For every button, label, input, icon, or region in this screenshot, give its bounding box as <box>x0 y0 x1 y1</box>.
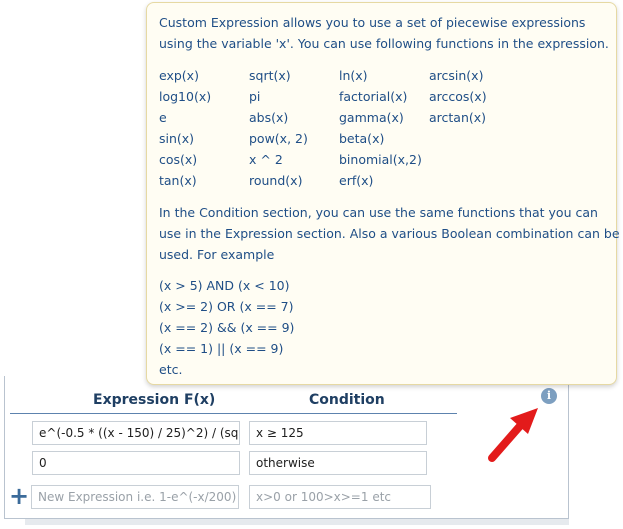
tooltip-condition-line-2: use in the Expression section. Also a va… <box>159 226 620 241</box>
function-item: sin(x) <box>159 131 195 146</box>
function-item: arcsin(x) <box>429 68 484 83</box>
help-tooltip: Custom Expression allows you to use a se… <box>146 2 620 385</box>
function-item: binomial(x,2) <box>339 152 422 167</box>
tooltip-intro-line-1: Custom Expression allows you to use a se… <box>159 15 586 30</box>
function-item: e <box>159 110 167 125</box>
function-item: beta(x) <box>339 131 385 146</box>
condition-header: Condition <box>309 392 385 408</box>
function-item: round(x) <box>249 173 303 188</box>
expression-header: Expression F(x) <box>93 392 216 408</box>
function-item: arccos(x) <box>429 89 487 104</box>
tooltip-intro-line-2: using the variable 'x'. You can use foll… <box>159 36 609 51</box>
function-item: cos(x) <box>159 152 198 167</box>
function-item: erf(x) <box>339 173 374 188</box>
function-item: factorial(x) <box>339 89 408 104</box>
example-item: (x == 2) && (x == 9) <box>159 320 295 335</box>
function-item: arctan(x) <box>429 110 487 125</box>
example-item: (x == 1) || (x == 9) <box>159 341 284 356</box>
new-expression-input[interactable]: New Expression i.e. 1-e^(-x/200) <box>31 485 239 509</box>
function-item: gamma(x) <box>339 110 404 125</box>
tooltip-condition-line-1: In the Condition section, you can use th… <box>159 205 598 220</box>
example-item: (x > 5) AND (x < 10) <box>159 278 290 293</box>
function-item: ln(x) <box>339 68 368 83</box>
panel-shadow <box>25 519 569 525</box>
plus-icon[interactable]: + <box>9 484 29 508</box>
condition-field-2[interactable]: otherwise <box>249 451 427 475</box>
function-item: log10(x) <box>159 89 212 104</box>
expression-field-2[interactable]: 0 <box>32 451 240 475</box>
function-item: tan(x) <box>159 173 197 188</box>
new-condition-input[interactable]: x>0 or 100>x>=1 etc <box>249 485 431 509</box>
function-item: x ^ 2 <box>249 152 283 167</box>
condition-field-1[interactable]: x ≥ 125 <box>249 421 427 445</box>
info-icon[interactable]: i <box>541 388 557 404</box>
function-item: sqrt(x) <box>249 68 291 83</box>
tooltip-condition-line-3: used. For example <box>159 247 275 262</box>
function-item: abs(x) <box>249 110 289 125</box>
expression-field-1[interactable]: e^(-0.5 * ((x - 150) / 25)^2) / (sqrt( <box>32 421 240 445</box>
function-item: pow(x, 2) <box>249 131 308 146</box>
header-divider <box>10 413 457 414</box>
function-item: pi <box>249 89 261 104</box>
arrow-shaft <box>488 422 524 462</box>
red-arrow-annotation <box>488 408 538 462</box>
example-item: etc. <box>159 362 183 377</box>
function-item: exp(x) <box>159 68 199 83</box>
example-item: (x >= 2) OR (x == 7) <box>159 299 294 314</box>
